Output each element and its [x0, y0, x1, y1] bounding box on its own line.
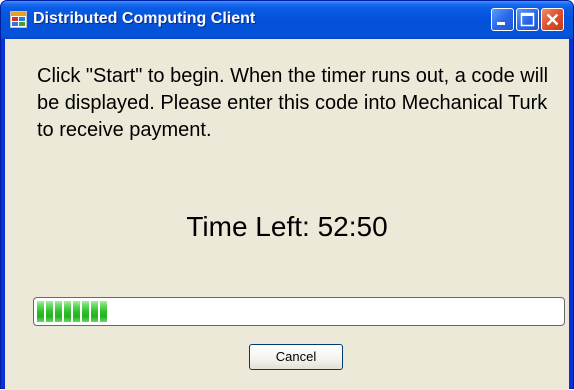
maximize-icon: [520, 12, 535, 27]
app-window-icon[interactable]: [10, 11, 27, 28]
close-button[interactable]: [541, 8, 564, 31]
client-area: Click "Start" to begin. When the timer r…: [5, 39, 569, 390]
progress-segment: [46, 301, 53, 322]
progress-segment: [55, 301, 62, 322]
window-title: Distributed Computing Client: [33, 10, 256, 27]
progress-bar: [33, 297, 565, 326]
progress-segment: [64, 301, 71, 322]
progress-fill: [37, 301, 107, 322]
progress-segment: [73, 301, 80, 322]
cancel-button[interactable]: Cancel: [249, 344, 343, 370]
title-bar[interactable]: Distributed Computing Client: [1, 1, 573, 39]
minimize-button[interactable]: [491, 8, 514, 31]
progress-segment: [91, 301, 98, 322]
close-icon: [546, 13, 559, 26]
instructions-text: Click "Start" to begin. When the timer r…: [37, 65, 549, 141]
progress-segment: [82, 301, 89, 322]
progress-segment: [37, 301, 44, 322]
maximize-button[interactable]: [516, 8, 539, 31]
app-window: Distributed Computing Client Click "Star…: [0, 0, 574, 390]
progress-segment: [100, 301, 107, 322]
minimize-icon: [497, 22, 505, 25]
time-left-label: Time Left: 52:50: [186, 211, 388, 242]
